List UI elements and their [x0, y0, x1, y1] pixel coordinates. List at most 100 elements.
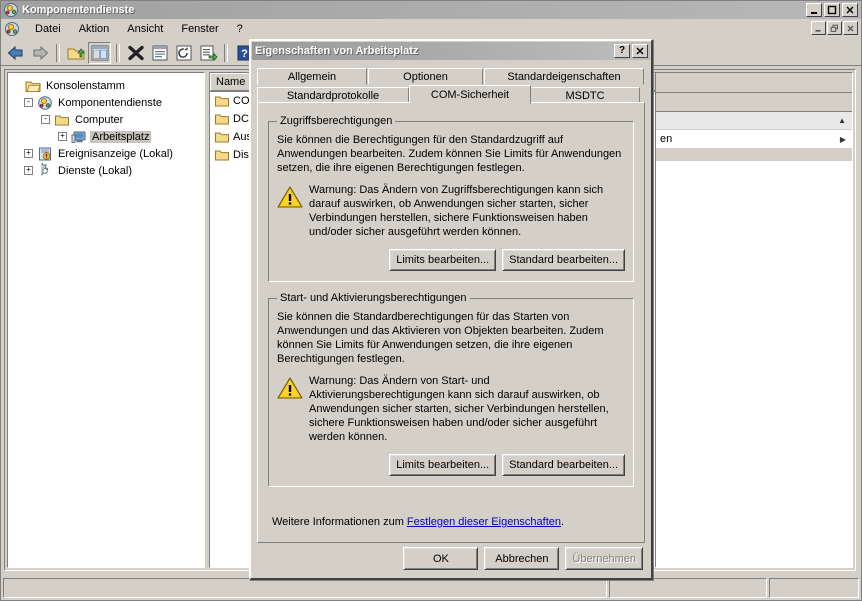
tree-node-computer[interactable]: - Computer: [12, 111, 202, 128]
group-legend: Start- und Aktivierungsberechtigungen: [280, 292, 467, 304]
maximize-button[interactable]: [824, 3, 840, 17]
minimize-button[interactable]: [806, 3, 822, 17]
mdi-restore-button[interactable]: [827, 21, 842, 35]
folder-icon: [214, 147, 230, 163]
dialog-title-buttons: ?: [614, 44, 649, 58]
menu-item-aktion[interactable]: Aktion: [70, 21, 119, 37]
mdi-minimize-button[interactable]: [811, 21, 826, 35]
application-window: Komponentendienste Datei Aktion Ansicht …: [0, 0, 862, 601]
refresh-button[interactable]: [172, 42, 195, 64]
warning-triangle-icon: [277, 183, 309, 239]
group-description: Sie können die Berechtigungen für den St…: [277, 134, 622, 174]
up-one-level-button[interactable]: [64, 42, 87, 64]
set-properties-link[interactable]: Festlegen dieser Eigenschaften: [407, 516, 561, 528]
warning-triangle-icon: [277, 374, 309, 444]
tree-node-konsolenstamm[interactable]: Konsolenstamm: [12, 77, 202, 94]
secondary-row-label: en: [660, 133, 673, 145]
toolbar-separator: [116, 43, 120, 62]
show-hide-tree-button[interactable]: [88, 41, 111, 64]
tree-collapse-toggle[interactable]: -: [24, 98, 33, 107]
tab-standardeigenschaften[interactable]: Standardeigenschaften: [484, 68, 644, 85]
tab-row-top: Allgemein Optionen Standardeigenschaften: [257, 67, 645, 85]
dialog-title: Eigenschaften von Arbeitsplatz: [255, 45, 419, 57]
secondary-scroll-band[interactable]: ▲: [656, 112, 852, 130]
tree-node-label: Dienste (Lokal): [58, 164, 132, 177]
tab-strip: Allgemein Optionen Standardeigenschaften…: [257, 67, 645, 104]
tree-node-dienste[interactable]: + Dienste (Lokal): [12, 162, 202, 179]
more-information-text: Weitere Informationen zum Festlegen dies…: [272, 516, 564, 528]
export-list-button[interactable]: [196, 42, 219, 64]
scroll-up-icon[interactable]: ▲: [838, 116, 846, 125]
tree-node-komponentendienste[interactable]: - Komponentendienste: [12, 94, 202, 111]
window-title: Komponentendienste: [22, 4, 135, 16]
statusbar-pane-secondary: [609, 578, 767, 598]
tree-node-label: Computer: [75, 113, 124, 126]
components-icon: [3, 2, 19, 18]
warning-text: Warnung: Das Ändern von Zugriffsberechti…: [309, 184, 604, 238]
secondary-details-region: ▲ en ▶: [655, 73, 852, 567]
secondary-row[interactable]: en ▶: [656, 130, 852, 148]
cancel-button[interactable]: Abbrechen: [484, 547, 560, 570]
close-button[interactable]: [842, 3, 858, 17]
statusbar-pane-main: [3, 578, 607, 598]
properties-button[interactable]: [148, 42, 171, 64]
menu-item-ansicht[interactable]: Ansicht: [118, 21, 172, 37]
forward-button[interactable]: [28, 42, 51, 64]
tab-page-com-sicherheit: Zugriffsberechtigungen Sie können die Be…: [257, 102, 645, 543]
tree-expand-toggle[interactable]: +: [24, 166, 33, 175]
tree-node-label: Komponentendienste: [58, 96, 162, 109]
more-info-prefix: Weitere Informationen zum: [272, 516, 407, 528]
console-tree: Konsolenstamm - Komponentendienste - Com…: [8, 73, 204, 181]
secondary-toolbar: [656, 73, 852, 93]
edit-default-launch-button[interactable]: Standard bearbeiten...: [502, 454, 625, 476]
folder-icon: [214, 129, 230, 145]
toolbar-separator: [56, 43, 60, 62]
tree-node-label: Ereignisanzeige (Lokal): [58, 147, 173, 160]
menu-item-hilfe[interactable]: ?: [228, 21, 252, 37]
edit-limits-access-button[interactable]: Limits bearbeiten...: [389, 249, 497, 271]
tree-expand-toggle[interactable]: +: [58, 132, 67, 141]
mdi-close-button[interactable]: [843, 21, 858, 35]
warning-text: Warnung: Das Ändern von Start- und Aktiv…: [309, 375, 609, 443]
group-button-row: Limits bearbeiten... Standard bearbeiten…: [277, 454, 625, 476]
console-tree-pane: Konsolenstamm - Komponentendienste - Com…: [7, 72, 205, 568]
menu-item-datei[interactable]: Datei: [26, 21, 70, 37]
group-legend: Zugriffsberechtigungen: [280, 115, 393, 127]
dialog-titlebar: Eigenschaften von Arbeitsplatz ?: [252, 42, 650, 60]
statusbar: [3, 578, 859, 598]
statusbar-pane-tertiary: [769, 578, 859, 598]
back-button[interactable]: [4, 42, 27, 64]
menubar: Datei Aktion Ansicht Fenster ?: [1, 19, 861, 40]
dialog-help-button[interactable]: ?: [614, 44, 630, 58]
folder-icon: [214, 111, 230, 127]
eventviewer-icon: [37, 146, 53, 162]
computer-icon: [71, 129, 87, 145]
tab-com-sicherheit[interactable]: COM-Sicherheit: [409, 85, 531, 104]
ok-button[interactable]: OK: [403, 547, 479, 570]
dialog-close-button[interactable]: [632, 44, 648, 58]
edit-limits-launch-button[interactable]: Limits bearbeiten...: [389, 454, 497, 476]
delete-button[interactable]: [124, 42, 147, 64]
tree-expand-toggle[interactable]: +: [24, 149, 33, 158]
menu-item-fenster[interactable]: Fenster: [172, 21, 227, 37]
more-info-suffix: .: [561, 516, 565, 528]
tree-node-label: Arbeitsplatz: [90, 130, 152, 143]
edit-default-access-button[interactable]: Standard bearbeiten...: [502, 249, 625, 271]
tab-allgemein[interactable]: Allgemein: [257, 68, 367, 85]
tab-optionen[interactable]: Optionen: [368, 68, 483, 85]
warning-block: Warnung: Das Ändern von Zugriffsberechti…: [277, 183, 625, 239]
tree-node-arbeitsplatz[interactable]: + Arbeitsplatz: [12, 128, 202, 145]
folder-open-icon: [25, 78, 41, 94]
apply-button: Übernehmen: [565, 547, 643, 570]
tree-collapse-toggle[interactable]: -: [41, 115, 50, 124]
group-start-aktivierungsberechtigungen: Start- und Aktivierungsberechtigungen Si…: [268, 292, 634, 487]
dialog-button-row: OK Abbrechen Übernehmen: [403, 547, 643, 570]
window-titlebar: Komponentendienste: [1, 1, 861, 19]
warning-block: Warnung: Das Ändern von Start- und Aktiv…: [277, 374, 625, 444]
tree-node-ereignisanzeige[interactable]: + Ereignisanzeige (Lokal): [12, 145, 202, 162]
group-zugriffsberechtigungen: Zugriffsberechtigungen Sie können die Be…: [268, 115, 634, 282]
dialog-body: Allgemein Optionen Standardeigenschaften…: [251, 61, 651, 549]
help-question-icon: ?: [618, 45, 626, 56]
group-button-row: Limits bearbeiten... Standard bearbeiten…: [277, 249, 625, 271]
chevron-right-icon: ▶: [839, 134, 846, 144]
